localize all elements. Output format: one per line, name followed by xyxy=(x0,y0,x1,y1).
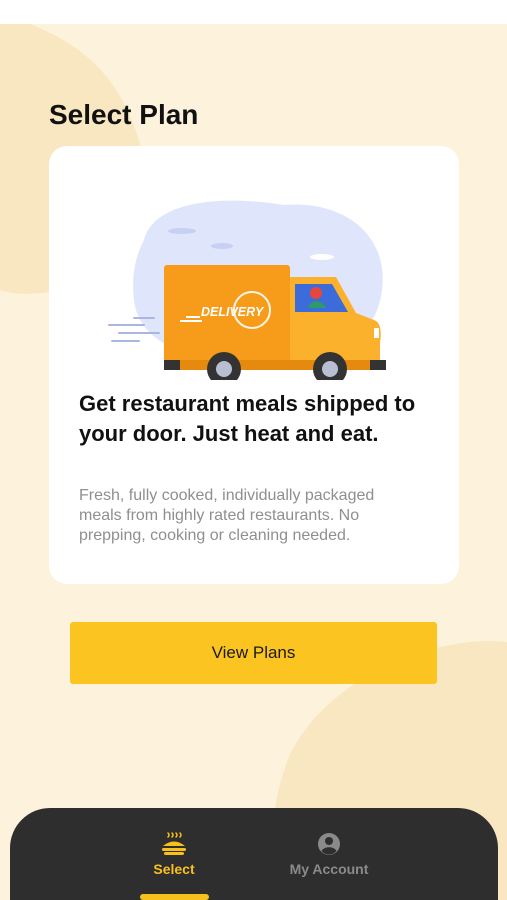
bottom-tab-bar: Select My Account xyxy=(10,808,498,900)
delivery-truck-illustration: DELIVERY xyxy=(108,200,386,380)
tab-select-label: Select xyxy=(153,861,195,877)
view-plans-button[interactable]: View Plans xyxy=(70,622,437,684)
plan-info-card: DELIVERY Get restaurant meals shipped to… xyxy=(49,146,459,584)
page-title: Select Plan xyxy=(49,99,199,130)
active-tab-indicator xyxy=(140,894,209,900)
user-icon xyxy=(318,833,340,855)
tab-my-account-label: My Account xyxy=(289,861,369,877)
card-headline: Get restaurant meals shipped to your doo… xyxy=(79,391,416,446)
tab-my-account[interactable]: My Account xyxy=(269,808,389,900)
screen: Select Plan DELIVERY Get restaurant meal… xyxy=(0,24,507,900)
food-tray-icon xyxy=(162,832,186,855)
delivery-label: DELIVERY xyxy=(201,305,265,319)
tab-select[interactable]: Select xyxy=(114,808,234,900)
card-description: Fresh, fully cooked, individually packag… xyxy=(79,487,375,544)
